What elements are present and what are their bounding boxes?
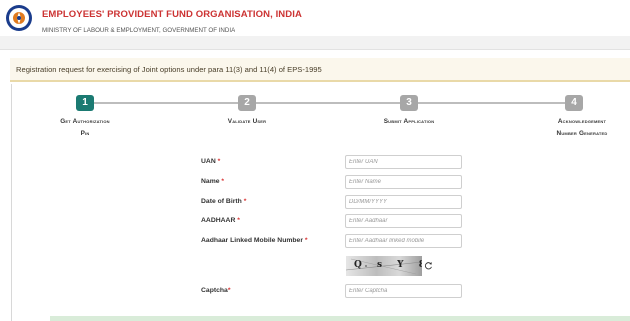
step-3-label: Submit Application xyxy=(364,116,454,128)
step-4-label-line1: Acknowledgement xyxy=(557,118,607,125)
step-3-label-line1: Submit Application xyxy=(383,118,435,125)
name-input[interactable] xyxy=(345,175,462,189)
required-mark: * xyxy=(217,158,221,165)
step-1-label: Get Authorization Pin xyxy=(40,116,130,140)
required-mark: * xyxy=(243,198,247,205)
mobile-label: Aadhaar Linked Mobile Number * xyxy=(201,237,308,244)
required-mark: * xyxy=(237,217,240,224)
dob-input[interactable] xyxy=(345,195,462,209)
step-3-badge: 3 xyxy=(400,95,418,111)
step-2-badge: 2 xyxy=(238,95,256,111)
required-mark: * xyxy=(227,287,231,294)
step-4-badge: 4 xyxy=(565,95,583,111)
step-connector xyxy=(256,102,400,104)
aadhaar-input[interactable] xyxy=(345,214,462,228)
step-1-label-line1: Get Authorization xyxy=(60,118,110,125)
org-name: EMPLOYEES' PROVIDENT FUND ORGANISATION, … xyxy=(42,9,302,20)
name-label: Name * xyxy=(201,178,224,185)
uan-input[interactable] xyxy=(345,155,462,169)
required-mark: * xyxy=(304,237,308,244)
nav-strip xyxy=(0,36,630,50)
ministry-name: MINISTRY OF LABOUR & EMPLOYMENT, GOVERNM… xyxy=(42,27,236,34)
aadhaar-label-text: AADHAAR xyxy=(201,217,236,224)
step-2-label-line1: Validate User xyxy=(227,118,267,125)
dob-label: Date of Birth * xyxy=(201,198,246,205)
uan-label-text: UAN xyxy=(201,158,216,165)
required-mark: * xyxy=(221,178,225,185)
name-label-text: Name xyxy=(201,178,220,185)
step-1-label-line2: Pin xyxy=(80,130,90,137)
site-header: EMPLOYEES' PROVIDENT FUND ORGANISATION, … xyxy=(0,0,630,36)
captcha-image: Q s Y 8 xyxy=(346,256,422,276)
content-border xyxy=(11,84,12,321)
uan-label: UAN * xyxy=(201,158,220,165)
step-connector xyxy=(94,102,238,104)
dob-label-text: Date of Birth xyxy=(201,198,242,205)
page-title: Registration request for exercising of J… xyxy=(16,65,322,74)
step-2-label: Validate User xyxy=(202,116,292,128)
captcha-label-text: Captcha xyxy=(201,287,228,294)
captcha-label: Captcha* xyxy=(201,287,230,294)
captcha-input[interactable] xyxy=(345,284,462,298)
captcha-text: Q s Y 8 xyxy=(354,260,422,270)
epfo-logo-icon xyxy=(6,5,32,31)
refresh-icon[interactable] xyxy=(424,261,433,270)
step-4-label-line2: Number Generated xyxy=(556,130,608,137)
page-heading-bar: Registration request for exercising of J… xyxy=(10,58,630,82)
step-connector xyxy=(418,102,565,104)
footer-strip xyxy=(50,316,630,321)
mobile-input[interactable] xyxy=(345,234,462,248)
step-1-badge: 1 xyxy=(76,95,94,111)
mobile-label-text: Aadhaar Linked Mobile Number xyxy=(201,237,303,244)
aadhaar-label: AADHAAR * xyxy=(201,217,240,224)
step-4-label: Acknowledgement Number Generated xyxy=(537,116,627,140)
